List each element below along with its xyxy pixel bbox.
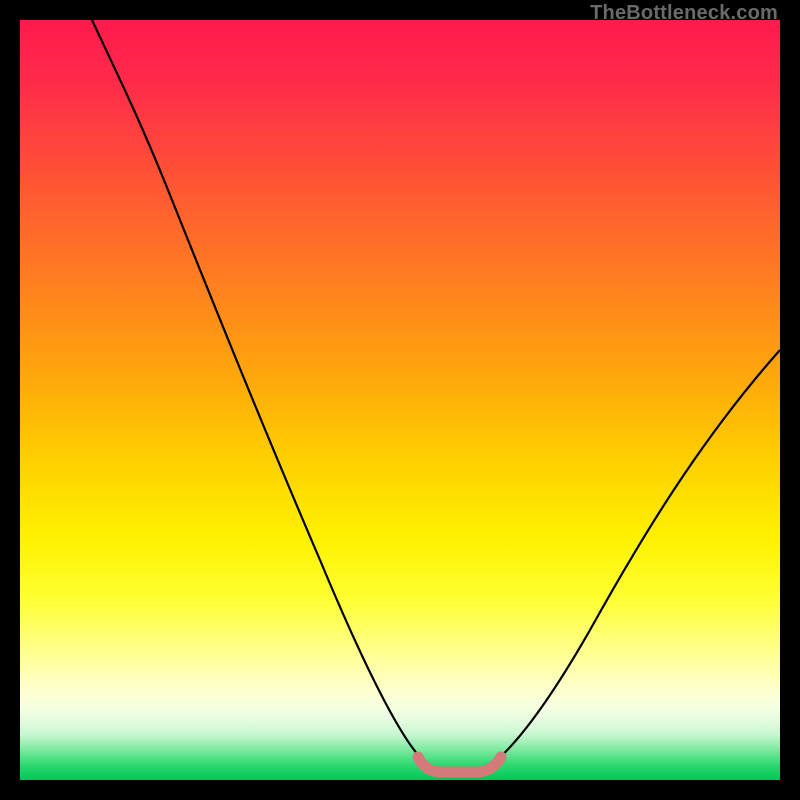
bottleneck-curve-right — [495, 350, 780, 762]
chart-svg — [20, 20, 780, 780]
optimal-range-marker — [418, 757, 501, 772]
chart-plot-area — [20, 20, 780, 780]
chart-frame: TheBottleneck.com — [0, 0, 800, 800]
bottleneck-curve-left — [92, 20, 425, 762]
watermark-text: TheBottleneck.com — [590, 2, 778, 25]
